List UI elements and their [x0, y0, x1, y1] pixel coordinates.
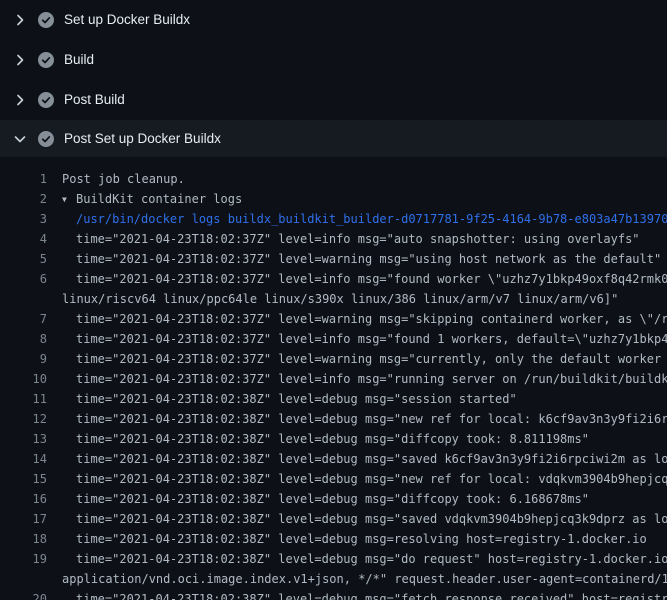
- chevron-right-icon: [12, 52, 38, 68]
- steps-list: Set up Docker Buildx Build Post Build Po…: [0, 0, 667, 157]
- log-line-number[interactable]: 7: [0, 309, 47, 329]
- log-line-text: time="2021-04-23T18:02:37Z" level=info m…: [76, 329, 667, 349]
- log-line-text: time="2021-04-23T18:02:38Z" level=debug …: [76, 449, 667, 469]
- log-line-text: Post job cleanup.: [62, 169, 185, 189]
- chevron-right-icon: [12, 12, 38, 28]
- log-row: 4 time="2021-04-23T18:02:37Z" level=info …: [0, 229, 667, 249]
- log-line-text: time="2021-04-23T18:02:38Z" level=debug …: [76, 589, 667, 600]
- check-circle-icon: [38, 92, 64, 108]
- log-line-number[interactable]: 16: [0, 489, 47, 509]
- log-line-text: /usr/bin/docker logs buildx_buildkit_bui…: [76, 209, 667, 229]
- log-line-number[interactable]: 2: [0, 189, 47, 209]
- log-row: 7 time="2021-04-23T18:02:37Z" level=warni…: [0, 309, 667, 329]
- group-expanded-icon: ▼: [62, 190, 76, 209]
- log-line-text: application/vnd.oci.image.index.v1+json,…: [62, 569, 667, 589]
- step-row-set-up-docker-buildx[interactable]: Set up Docker Buildx: [0, 0, 667, 40]
- log-line-text: time="2021-04-23T18:02:38Z" level=debug …: [76, 409, 667, 429]
- log-line-number[interactable]: 17: [0, 509, 47, 529]
- log-row: 2 ▼BuildKit container logs: [0, 189, 667, 209]
- log-row: 11 time="2021-04-23T18:02:38Z" level=debu…: [0, 389, 667, 409]
- step-label: Build: [64, 52, 94, 68]
- log-row: application/vnd.oci.image.index.v1+json,…: [0, 569, 667, 589]
- step-row-post-build[interactable]: Post Build: [0, 80, 667, 120]
- log-line-number[interactable]: 9: [0, 349, 47, 369]
- chevron-right-icon: [12, 92, 38, 108]
- log-row: 12 time="2021-04-23T18:02:38Z" level=debu…: [0, 409, 667, 429]
- log-lines: 1 Post job cleanup. 2 ▼BuildKit container l…: [0, 157, 667, 600]
- log-row: 1 Post job cleanup.: [0, 169, 667, 189]
- log-row: 19 time="2021-04-23T18:02:38Z" level=debu…: [0, 549, 667, 569]
- log-row: 17 time="2021-04-23T18:02:38Z" level=debu…: [0, 509, 667, 529]
- log-line-number: [0, 289, 47, 309]
- log-line-number[interactable]: 12: [0, 409, 47, 429]
- check-circle-icon: [38, 52, 64, 68]
- step-label: Set up Docker Buildx: [64, 12, 190, 28]
- log-row: 3/usr/bin/docker logs buildx_buildkit_bu…: [0, 209, 667, 229]
- check-circle-icon: [38, 12, 64, 28]
- log-row: 20 time="2021-04-23T18:02:38Z" level=debu…: [0, 589, 667, 600]
- log-line-number[interactable]: 15: [0, 469, 47, 489]
- log-row: 5 time="2021-04-23T18:02:37Z" level=warni…: [0, 249, 667, 269]
- log-line-text: time="2021-04-23T18:02:38Z" level=debug …: [76, 489, 589, 509]
- log-line-number[interactable]: 1: [0, 169, 47, 189]
- log-line-text: time="2021-04-23T18:02:38Z" level=debug …: [76, 429, 589, 449]
- log-line-text: time="2021-04-23T18:02:38Z" level=debug …: [76, 469, 667, 489]
- log-line-text: time="2021-04-23T18:02:37Z" level=warnin…: [76, 309, 667, 329]
- log-line-number[interactable]: 5: [0, 249, 47, 269]
- log-line-number[interactable]: 3: [0, 209, 47, 229]
- log-row: 8 time="2021-04-23T18:02:37Z" level=info …: [0, 329, 667, 349]
- log-row: linux/riscv64 linux/ppc64le linux/s390x …: [0, 289, 667, 309]
- log-line-text: time="2021-04-23T18:02:37Z" level=info m…: [76, 269, 667, 289]
- log-line-number[interactable]: 8: [0, 329, 47, 349]
- log-row: 16 time="2021-04-23T18:02:38Z" level=debu…: [0, 489, 667, 509]
- log-row: 10 time="2021-04-23T18:02:37Z" level=info…: [0, 369, 667, 389]
- log-line-number[interactable]: 10: [0, 369, 47, 389]
- log-row: 18 time="2021-04-23T18:02:38Z" level=debu…: [0, 529, 667, 549]
- log-row: 13 time="2021-04-23T18:02:38Z" level=debu…: [0, 429, 667, 449]
- log-line-text: time="2021-04-23T18:02:37Z" level=warnin…: [76, 249, 661, 269]
- log-line-number[interactable]: 4: [0, 229, 47, 249]
- log-line-text: time="2021-04-23T18:02:38Z" level=debug …: [76, 389, 517, 409]
- log-line-text: time="2021-04-23T18:02:37Z" level=info m…: [76, 369, 667, 389]
- check-circle-icon: [38, 131, 64, 147]
- log-line-text: time="2021-04-23T18:02:37Z" level=warnin…: [76, 349, 667, 369]
- log-line-text: time="2021-04-23T18:02:38Z" level=debug …: [76, 529, 647, 549]
- log-line-text: linux/riscv64 linux/ppc64le linux/s390x …: [62, 289, 618, 309]
- log-row: 15 time="2021-04-23T18:02:38Z" level=debu…: [0, 469, 667, 489]
- log-line-number[interactable]: 18: [0, 529, 47, 549]
- log-group-toggle[interactable]: ▼BuildKit container logs: [62, 189, 242, 209]
- step-label: Post Set up Docker Buildx: [64, 131, 221, 147]
- log-line-number[interactable]: 14: [0, 449, 47, 469]
- step-row-build[interactable]: Build: [0, 40, 667, 80]
- log-line-number[interactable]: 6: [0, 269, 47, 289]
- step-row-post-set-up-docker-buildx[interactable]: Post Set up Docker Buildx: [0, 120, 667, 157]
- log-row: 6 time="2021-04-23T18:02:37Z" level=info …: [0, 269, 667, 289]
- log-line-text: time="2021-04-23T18:02:38Z" level=debug …: [76, 549, 667, 569]
- step-label: Post Build: [64, 92, 125, 108]
- log-line-number: [0, 569, 47, 589]
- chevron-down-icon: [12, 131, 38, 147]
- log-row: 9 time="2021-04-23T18:02:37Z" level=warni…: [0, 349, 667, 369]
- log-line-text: time="2021-04-23T18:02:37Z" level=info m…: [76, 229, 640, 249]
- log-line-number[interactable]: 19: [0, 549, 47, 569]
- log-line-number[interactable]: 20: [0, 589, 47, 600]
- log-line-text: time="2021-04-23T18:02:38Z" level=debug …: [76, 509, 667, 529]
- log-line-number[interactable]: 13: [0, 429, 47, 449]
- log-row: 14 time="2021-04-23T18:02:38Z" level=debu…: [0, 449, 667, 469]
- log-line-number[interactable]: 11: [0, 389, 47, 409]
